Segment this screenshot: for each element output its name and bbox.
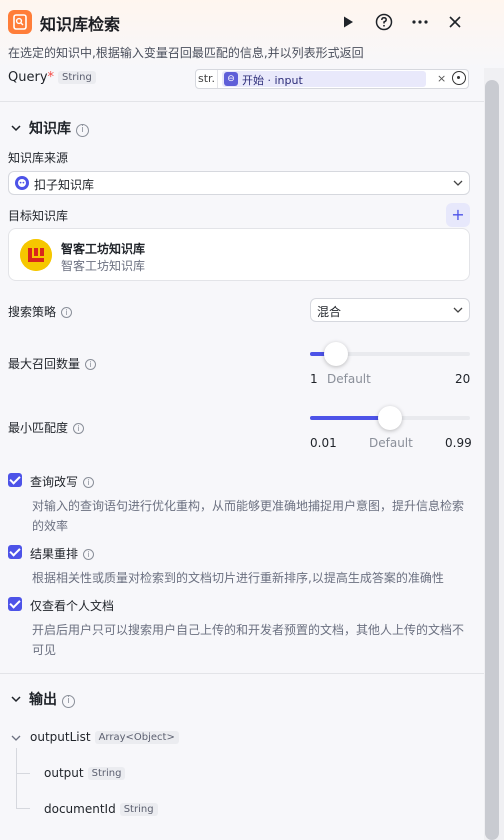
rerank-checkbox[interactable] bbox=[8, 545, 22, 559]
strategy-select-value: 混合 bbox=[317, 305, 342, 319]
rerank-text: 结果重排 bbox=[30, 547, 79, 561]
query-rewrite-label: 查询改写 i bbox=[30, 473, 95, 490]
variable-chip[interactable]: ⊖ 开始 · input bbox=[222, 71, 426, 87]
knowledge-section-title: 知识库 i bbox=[29, 118, 89, 138]
type-tag: Array<Object> bbox=[94, 731, 179, 744]
rerank-label: 结果重排 i bbox=[30, 545, 95, 562]
scrollbar-thumb[interactable] bbox=[485, 80, 499, 840]
add-knowledge-button[interactable]: + bbox=[446, 203, 470, 227]
knowledge-item-name: 智客工坊知识库 bbox=[61, 242, 146, 256]
type-tag: String bbox=[119, 803, 158, 816]
chevron-down-icon[interactable] bbox=[10, 122, 22, 134]
source-select[interactable]: 扣子知识库 bbox=[8, 171, 470, 195]
max-recall-label: 最大召回数量 i bbox=[8, 355, 97, 372]
query-row: Query* String str. ⊖ 开始 · input × bbox=[0, 68, 484, 102]
query-rewrite-description: 对输入的查询语句进行优化重构，从而能够更准确地捕捉用户意图，提升信息检索 的效率 bbox=[32, 496, 464, 536]
output-field: documentId String bbox=[44, 802, 158, 816]
slider-knob[interactable] bbox=[324, 342, 348, 366]
query-input[interactable]: str. ⊖ 开始 · input × bbox=[195, 69, 469, 89]
desc-line: 可见 bbox=[32, 643, 57, 657]
max-recall-slider[interactable] bbox=[310, 342, 470, 366]
knowledge-retrieval-panel: 知识库检索 在选定的知识中,根据输入变量召回最匹配的信息,并以列表形式返回 Qu… bbox=[0, 0, 504, 840]
node-description: 在选定的知识中,根据输入变量召回最匹配的信息,并以列表形式返回 bbox=[8, 46, 364, 60]
chevron-down-icon bbox=[453, 180, 463, 186]
source-select-value: 扣子知识库 bbox=[34, 178, 95, 192]
info-icon[interactable]: i bbox=[83, 477, 95, 488]
min-match-label: 最小匹配度 i bbox=[8, 419, 85, 436]
required-mark: * bbox=[47, 70, 55, 85]
slider-max-label: 20 bbox=[455, 372, 471, 386]
info-icon[interactable]: i bbox=[76, 124, 89, 137]
min-match-slider[interactable] bbox=[310, 406, 470, 430]
slider-default-label: Default bbox=[369, 436, 413, 450]
strategy-select[interactable]: 混合 bbox=[310, 298, 470, 322]
output-root-name: outputList bbox=[30, 730, 91, 744]
desc-line: 对输入的查询语句进行优化重构，从而能够更准确地捕捉用户意图，提升信息检索 bbox=[32, 499, 465, 513]
desc-line: 开启后用户只可以搜索用户自己上传的和开发者预置的文档，其他人上传的文档不 bbox=[32, 623, 465, 637]
query-label: Query* String bbox=[8, 70, 96, 85]
info-icon[interactable]: i bbox=[85, 359, 97, 370]
desc-line: 的效率 bbox=[32, 519, 69, 533]
tree-connector bbox=[16, 773, 30, 774]
desc-line: 根据相关性或质量对检索到的文档切片进行重新排序,以提高生成答案的准确性 bbox=[32, 571, 444, 585]
max-recall-label-text: 最大召回数量 bbox=[8, 357, 81, 371]
chevron-down-icon[interactable] bbox=[10, 693, 22, 705]
type-prefix[interactable]: str. bbox=[196, 70, 218, 88]
help-icon[interactable] bbox=[372, 10, 396, 34]
chevron-down-icon[interactable] bbox=[10, 732, 22, 744]
info-icon[interactable]: i bbox=[73, 423, 85, 434]
slider-default-label: Default bbox=[327, 372, 371, 386]
output-section-title: 输出 i bbox=[29, 689, 75, 709]
slider-max-label: 0.99 bbox=[445, 436, 472, 450]
section-divider bbox=[0, 673, 484, 674]
node-logo-icon bbox=[8, 10, 32, 34]
query-label-text: Query bbox=[8, 70, 48, 85]
output-field: output String bbox=[44, 766, 126, 780]
personal-docs-description: 开启后用户只可以搜索用户自己上传的和开发者预置的文档，其他人上传的文档不 可见 bbox=[32, 620, 464, 660]
info-icon[interactable]: i bbox=[61, 307, 73, 318]
query-rewrite-checkbox[interactable] bbox=[8, 473, 22, 487]
knowledge-item-subtitle: 智客工坊知识库 bbox=[61, 259, 146, 273]
query-rewrite-text: 查询改写 bbox=[30, 475, 79, 489]
page-title: 知识库检索 bbox=[40, 15, 121, 34]
chevron-down-icon bbox=[453, 307, 463, 313]
output-field-name: documentId bbox=[44, 802, 116, 816]
close-icon[interactable] bbox=[443, 10, 467, 34]
slider-min-label: 1 bbox=[310, 372, 318, 386]
tree-connector bbox=[16, 808, 30, 809]
personal-docs-checkbox[interactable] bbox=[8, 597, 22, 611]
knowledge-logo bbox=[20, 239, 52, 271]
start-node-icon: ⊖ bbox=[224, 72, 238, 86]
info-icon[interactable]: i bbox=[83, 549, 95, 560]
strategy-label-text: 搜索策略 bbox=[8, 305, 57, 319]
rerank-description: 根据相关性或质量对检索到的文档切片进行重新排序,以提高生成答案的准确性 bbox=[32, 568, 444, 588]
panel-header: 知识库检索 在选定的知识中,根据输入变量召回最匹配的信息,并以列表形式返回 bbox=[0, 0, 504, 68]
coze-knowledge-icon bbox=[15, 176, 29, 190]
knowledge-section-text: 知识库 bbox=[29, 121, 71, 137]
min-match-label-text: 最小匹配度 bbox=[8, 421, 69, 435]
variable-picker-icon[interactable] bbox=[452, 71, 466, 85]
slider-min-label: 0.01 bbox=[310, 436, 337, 450]
variable-chip-text: 开始 · input bbox=[242, 74, 303, 87]
output-root: outputList Array<Object> bbox=[30, 730, 179, 744]
query-type-tag: String bbox=[58, 71, 96, 84]
output-section-text: 输出 bbox=[29, 692, 57, 708]
clear-icon[interactable]: × bbox=[437, 72, 446, 85]
target-label: 目标知识库 bbox=[8, 209, 69, 223]
more-icon[interactable] bbox=[408, 10, 432, 34]
source-label: 知识库来源 bbox=[8, 151, 69, 165]
output-field-name: output bbox=[44, 766, 84, 780]
strategy-label: 搜索策略 i bbox=[8, 303, 73, 320]
info-icon[interactable]: i bbox=[62, 695, 75, 708]
type-tag: String bbox=[87, 767, 126, 780]
slider-knob[interactable] bbox=[378, 406, 402, 430]
run-icon[interactable] bbox=[336, 10, 360, 34]
tree-connector bbox=[16, 748, 17, 808]
knowledge-item-card[interactable]: 智客工坊知识库 智客工坊知识库 bbox=[8, 228, 470, 281]
personal-docs-label: 仅查看个人文档 bbox=[30, 599, 115, 613]
